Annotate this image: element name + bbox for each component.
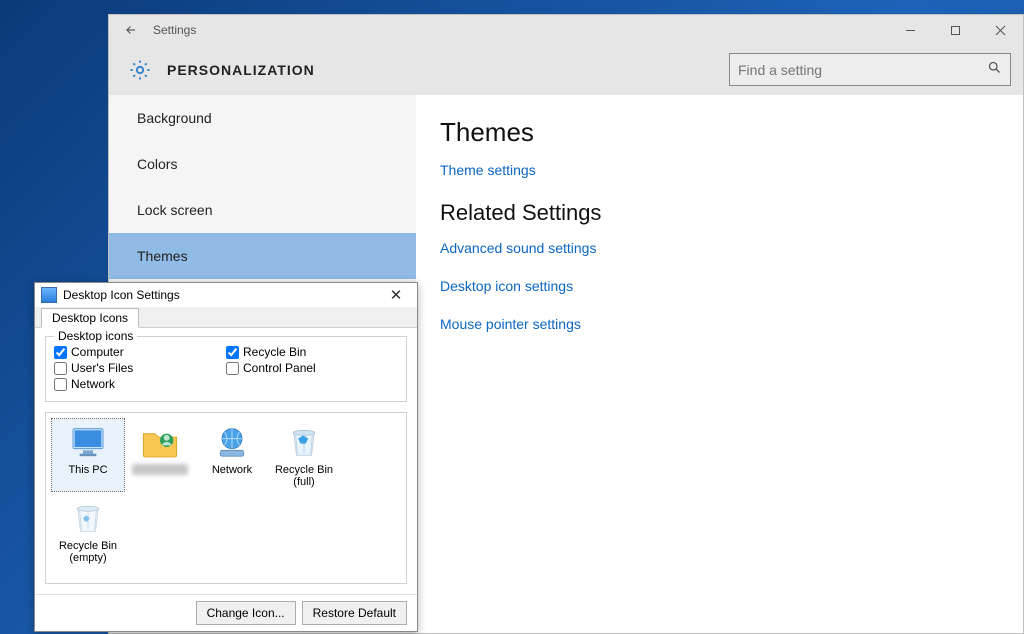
checkbox-users-files-input[interactable] bbox=[54, 362, 67, 375]
titlebar: Settings bbox=[109, 15, 1023, 45]
group-label: Desktop icons bbox=[54, 329, 137, 343]
preview-label: This PC bbox=[54, 464, 122, 476]
preview-label-blurred bbox=[132, 464, 188, 475]
search-input[interactable] bbox=[738, 62, 987, 78]
maximize-button[interactable] bbox=[933, 15, 978, 45]
recycle-bin-full-icon bbox=[284, 422, 324, 462]
minimize-button[interactable] bbox=[888, 15, 933, 45]
section-heading-related: Related Settings bbox=[440, 200, 999, 226]
link-theme-settings[interactable]: Theme settings bbox=[440, 162, 999, 178]
desktop-icon-settings-dialog: Desktop Icon Settings ✕ Desktop Icons De… bbox=[34, 282, 418, 632]
dialog-titlebar: Desktop Icon Settings ✕ bbox=[35, 283, 417, 307]
dialog-close-button[interactable]: ✕ bbox=[381, 286, 411, 304]
restore-default-button[interactable]: Restore Default bbox=[302, 601, 407, 625]
checkbox-control-panel-input[interactable] bbox=[226, 362, 239, 375]
change-icon-button[interactable]: Change Icon... bbox=[196, 601, 296, 625]
section-heading-themes: Themes bbox=[440, 117, 999, 148]
app-title: Settings bbox=[153, 23, 196, 37]
dialog-app-icon bbox=[41, 287, 57, 303]
checkbox-control-panel[interactable]: Control Panel bbox=[226, 361, 398, 375]
network-icon bbox=[212, 422, 252, 462]
tab-desktop-icons[interactable]: Desktop Icons bbox=[41, 308, 139, 328]
checkbox-computer-input[interactable] bbox=[54, 346, 67, 359]
checkbox-recycle-bin[interactable]: Recycle Bin bbox=[226, 345, 398, 359]
search-icon bbox=[987, 60, 1002, 80]
checkbox-recycle-bin-label: Recycle Bin bbox=[243, 345, 306, 359]
checkbox-network-label: Network bbox=[71, 377, 115, 391]
sidebar-item-themes[interactable]: Themes bbox=[109, 233, 416, 279]
checkbox-users-files[interactable]: User's Files bbox=[54, 361, 226, 375]
checkbox-control-panel-label: Control Panel bbox=[243, 361, 316, 375]
page-heading: PERSONALIZATION bbox=[167, 62, 315, 78]
gear-icon bbox=[127, 57, 153, 83]
preview-label: Network bbox=[198, 464, 266, 476]
checkbox-users-files-label: User's Files bbox=[71, 361, 133, 375]
sidebar-item-colors[interactable]: Colors bbox=[109, 141, 416, 187]
checkbox-network-input[interactable] bbox=[54, 378, 67, 391]
group-desktop-icons: Desktop icons Computer User's Files Netw… bbox=[45, 336, 407, 402]
close-button[interactable] bbox=[978, 15, 1023, 45]
link-advanced-sound[interactable]: Advanced sound settings bbox=[440, 240, 999, 256]
preview-network[interactable]: Network bbox=[196, 419, 268, 491]
preview-recycle-empty[interactable]: Recycle Bin (empty) bbox=[52, 495, 124, 567]
link-mouse-pointer[interactable]: Mouse pointer settings bbox=[440, 316, 999, 332]
content-pane: Themes Theme settings Related Settings A… bbox=[416, 95, 1023, 633]
preview-label: Recycle Bin (full) bbox=[270, 464, 338, 488]
preview-recycle-full[interactable]: Recycle Bin (full) bbox=[268, 419, 340, 491]
preview-label: Recycle Bin (empty) bbox=[54, 540, 122, 564]
icon-preview-pane: This PC Network bbox=[45, 412, 407, 584]
checkbox-computer[interactable]: Computer bbox=[54, 345, 226, 359]
dialog-tabstrip: Desktop Icons bbox=[35, 307, 417, 328]
back-button[interactable] bbox=[109, 15, 153, 45]
sidebar-item-background[interactable]: Background bbox=[109, 95, 416, 141]
checkbox-computer-label: Computer bbox=[71, 345, 124, 359]
user-folder-icon bbox=[140, 422, 180, 462]
monitor-icon bbox=[68, 422, 108, 462]
checkbox-recycle-bin-input[interactable] bbox=[226, 346, 239, 359]
search-box[interactable] bbox=[729, 53, 1011, 86]
preview-this-pc[interactable]: This PC bbox=[52, 419, 124, 491]
sidebar-item-lock-screen[interactable]: Lock screen bbox=[109, 187, 416, 233]
dialog-title: Desktop Icon Settings bbox=[63, 288, 180, 302]
link-desktop-icon-settings[interactable]: Desktop icon settings bbox=[440, 278, 999, 294]
checkbox-network[interactable]: Network bbox=[54, 377, 226, 391]
recycle-bin-empty-icon bbox=[68, 498, 108, 538]
dialog-button-row: Change Icon... Restore Default bbox=[35, 594, 417, 631]
header-row: PERSONALIZATION bbox=[109, 45, 1023, 95]
preview-user-folder[interactable] bbox=[124, 419, 196, 491]
